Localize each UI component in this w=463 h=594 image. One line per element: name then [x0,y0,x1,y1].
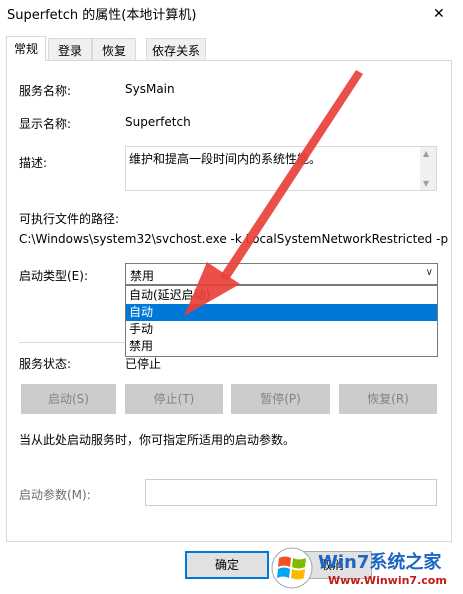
annotation-arrow-icon [184,70,363,316]
windows-logo-icon [271,547,313,589]
watermark-title: Win7系统之家 [318,552,442,573]
watermark-url: Www.Winwin7.com [328,574,447,587]
